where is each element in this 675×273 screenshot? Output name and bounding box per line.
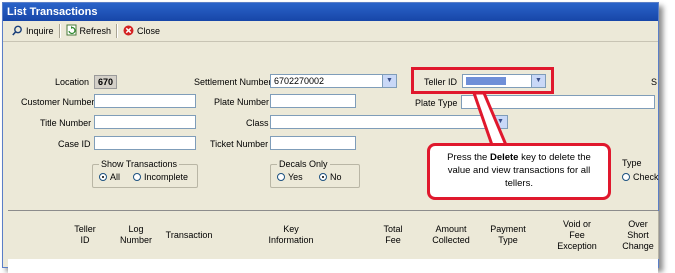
show-transactions-group: Show Transactions All Incomplete	[92, 159, 198, 188]
ticket-number-label: Ticket Number	[210, 139, 269, 149]
customer-number-label: Customer Number	[21, 97, 95, 107]
column-header-log-number[interactable]: Log Number	[112, 211, 161, 259]
column-header-over-short-change[interactable]: Over Short Change	[618, 211, 659, 259]
case-id-label: Case ID	[58, 139, 91, 149]
case-id-field[interactable]	[94, 136, 196, 150]
check-radio[interactable]: Check	[622, 172, 659, 182]
column-header-blank	[38, 211, 59, 259]
inquire-button[interactable]: Inquire	[7, 23, 59, 39]
decals-no-radio[interactable]: No	[319, 172, 342, 182]
column-header-amount-collected[interactable]: Amount Collected	[422, 211, 481, 259]
callout-pointer	[472, 92, 509, 146]
window-title: List Transactions	[3, 3, 658, 21]
show-incomplete-radio[interactable]: Incomplete	[133, 172, 188, 182]
close-icon	[123, 25, 134, 38]
location-value: 670	[94, 75, 118, 89]
settlement-number-combo[interactable]: 6702270002 ▼	[270, 74, 397, 88]
location-label: Location	[55, 77, 90, 87]
refresh-button[interactable]: Refresh	[61, 23, 117, 39]
plate-type-label: Plate Type	[415, 98, 458, 108]
column-header-key-information[interactable]: Key Information	[218, 211, 365, 259]
column-header-teller-id[interactable]: Teller ID	[58, 211, 113, 259]
toolbar: Inquire Refresh Close	[3, 21, 658, 42]
instruction-callout: Press the Delete key to delete the value…	[427, 143, 611, 200]
radio-selected-icon	[319, 173, 327, 181]
decals-only-group: Decals Only Yes No	[270, 159, 360, 188]
column-header-void-or-fee-exception[interactable]: Void or Fee Exception	[536, 211, 619, 259]
partial-type-label: Type	[622, 158, 642, 168]
customer-number-field[interactable]	[94, 94, 196, 108]
title-number-label: Title Number	[40, 118, 92, 128]
show-all-radio[interactable]: All	[99, 172, 120, 182]
chevron-down-icon[interactable]: ▼	[382, 75, 396, 87]
class-label: Class	[246, 118, 269, 128]
refresh-icon	[66, 24, 77, 38]
radio-unselected-icon	[277, 173, 285, 181]
column-header-transaction[interactable]: Transaction	[160, 211, 219, 259]
title-number-field[interactable]	[94, 115, 196, 129]
close-button[interactable]: Close	[118, 23, 165, 39]
column-header-total-fee[interactable]: Total Fee	[364, 211, 423, 259]
decals-yes-radio[interactable]: Yes	[277, 172, 303, 182]
transactions-grid: Teller ID Log Number Transaction Key Inf…	[8, 210, 659, 273]
settlement-number-label: Settlement Number	[194, 77, 272, 87]
magnifier-icon	[12, 25, 23, 38]
plate-number-label: Plate Number	[214, 97, 270, 107]
radio-unselected-icon	[133, 173, 141, 181]
column-header-payment-type[interactable]: Payment Type	[480, 211, 537, 259]
teller-id-highlight	[411, 67, 554, 94]
row-selector-header	[8, 211, 39, 259]
partial-label: S	[651, 77, 658, 87]
plate-number-field[interactable]	[270, 94, 356, 108]
radio-unselected-icon	[622, 173, 630, 181]
callout-key: Delete	[489, 152, 519, 163]
radio-selected-icon	[99, 173, 107, 181]
ticket-number-field[interactable]	[270, 136, 356, 150]
